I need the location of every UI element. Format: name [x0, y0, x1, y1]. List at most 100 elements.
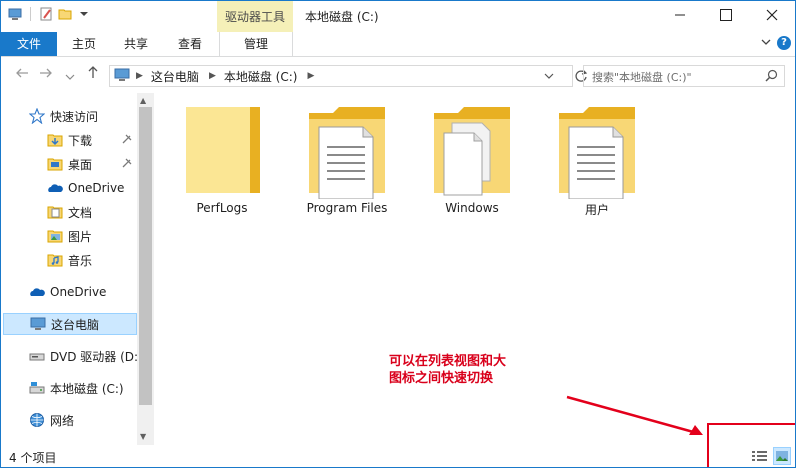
annotation-line: 图标之间快速切换 [389, 371, 494, 386]
minimize-icon [675, 14, 685, 16]
nav-item-desktop[interactable]: 桌面 [47, 153, 92, 175]
ribbon-controls: ? [761, 36, 791, 50]
nav-item-label: 桌面 [68, 157, 93, 172]
music-icon [47, 252, 63, 268]
nav-item-pictures[interactable]: 图片 [47, 225, 92, 247]
new-folder-icon[interactable] [57, 6, 73, 22]
drive-tools-tab: 驱动器工具 [217, 1, 293, 32]
search-box[interactable] [583, 65, 785, 87]
tab-view[interactable]: 查看 [165, 32, 215, 56]
nav-item-label: 音乐 [68, 253, 93, 268]
maximize-button[interactable] [703, 1, 749, 29]
address-bar[interactable]: ▶ 这台电脑 ▶ 本地磁盘 (C:) ▶ [109, 65, 588, 87]
help-icon[interactable]: ? [777, 36, 791, 50]
nav-item-label: 图片 [68, 229, 93, 244]
nav-item-label: OneDrive [68, 181, 125, 195]
window-title: 本地磁盘 (C:) [305, 10, 379, 24]
nav-item-dvd-drive[interactable]: DVD 驱动器 (D: [29, 345, 138, 367]
tab-share[interactable]: 共享 [111, 32, 161, 56]
tab-home[interactable]: 主页 [61, 32, 107, 56]
close-button[interactable] [749, 1, 795, 29]
download-folder-icon [47, 132, 63, 148]
onedrive-icon [29, 284, 45, 300]
customize-toolbar-icon[interactable] [76, 6, 92, 22]
nav-item-network[interactable]: 网络 [29, 409, 74, 431]
pictures-icon [47, 228, 63, 244]
nav-item-documents[interactable]: 文档 [47, 201, 92, 223]
breadcrumb-local-disk[interactable]: 本地磁盘 (C:) [224, 68, 298, 85]
folder-tile-program-files[interactable]: Program Files [293, 99, 401, 223]
nav-item-label: 快速访问 [50, 109, 99, 124]
nav-item-onedrive[interactable]: OneDrive [29, 281, 106, 303]
nav-item-music[interactable]: 音乐 [47, 249, 92, 271]
nav-scrollbar[interactable]: ▲ ▼ [137, 93, 154, 445]
recent-locations-icon[interactable] [65, 69, 75, 85]
annotation-line: 可以在列表视图和大 [389, 354, 507, 369]
nav-item-quick-access[interactable]: 快速访问 [28, 105, 99, 127]
expand-ribbon-icon[interactable] [761, 36, 771, 50]
properties-icon[interactable] [38, 6, 54, 22]
annotation-arrow-icon [566, 395, 703, 435]
back-arrow-icon[interactable] [15, 67, 29, 83]
search-icon[interactable] [765, 69, 778, 85]
title-bar: 驱动器工具 本地磁盘 (C:) [1, 1, 795, 32]
breadcrumb-separator-icon[interactable]: ▶ [209, 71, 216, 81]
folder-tile-windows[interactable]: Windows [418, 99, 526, 223]
nav-item-label: DVD 驱动器 (D: [50, 349, 139, 364]
tab-manage[interactable]: 管理 [219, 32, 293, 56]
folder-tile-users[interactable]: 用户 [543, 99, 651, 223]
ribbon-tabs: 文件 主页 共享 查看 管理 ? [1, 32, 795, 57]
local-disk-icon [29, 380, 45, 396]
quick-access-toolbar [7, 6, 92, 22]
windows-folder-icon [418, 107, 526, 202]
nav-item-label: 本地磁盘 (C:) [50, 381, 124, 396]
folder-tile-perflogs[interactable]: PerfLogs [168, 99, 276, 223]
address-row: ▶ 这台电脑 ▶ 本地磁盘 (C:) ▶ [1, 57, 795, 93]
computer-icon [30, 316, 46, 332]
document-folder-icon [293, 107, 401, 202]
navigation-pane: 快速访问 下载 桌面 OneDrive 文档 图片 音乐 OneDrive 这台… [1, 93, 154, 445]
explorer-window: 驱动器工具 本地磁盘 (C:) 文件 主页 共享 查看 管理 ? ▶ 这台电脑 … [0, 0, 796, 468]
item-count: 4 个项目 [9, 451, 57, 465]
dvd-drive-icon [29, 348, 45, 364]
scrollbar-thumb[interactable] [139, 107, 152, 405]
breadcrumb-separator-icon[interactable]: ▶ [136, 71, 143, 81]
document-folder-icon [543, 107, 651, 202]
folder-name: Program Files [306, 201, 388, 215]
scroll-up-icon[interactable]: ▲ [140, 96, 146, 105]
network-icon [29, 412, 45, 428]
computer-icon[interactable] [7, 6, 23, 22]
search-input[interactable] [590, 67, 764, 87]
nav-item-label: OneDrive [50, 285, 107, 299]
pin-icon[interactable] [121, 157, 133, 172]
empty-folder-icon [168, 107, 276, 202]
nav-item-local-disk[interactable]: 本地磁盘 (C:) [29, 377, 124, 399]
up-arrow-icon[interactable] [87, 65, 99, 83]
breadcrumb-this-pc[interactable]: 这台电脑 [151, 68, 199, 85]
folder-name: Windows [445, 201, 499, 215]
annotation-text: 可以在列表视图和大 图标之间快速切换 [389, 353, 506, 387]
nav-item-label: 这台电脑 [51, 317, 100, 332]
pin-icon[interactable] [121, 133, 133, 148]
minimize-button[interactable] [657, 1, 703, 29]
computer-icon [114, 68, 130, 85]
onedrive-icon [47, 180, 63, 196]
address-dropdown-icon[interactable] [544, 70, 554, 83]
forward-arrow-icon[interactable] [39, 67, 53, 83]
tab-file[interactable]: 文件 [1, 32, 57, 56]
nav-item-onedrive-quick[interactable]: OneDrive [47, 177, 124, 199]
folder-name: PerfLogs [196, 201, 248, 215]
toolbar-divider [30, 7, 31, 21]
scroll-down-icon[interactable]: ▼ [140, 432, 146, 441]
nav-item-label: 文档 [68, 205, 93, 220]
annotation-highlight-box [707, 423, 795, 467]
nav-item-label: 网络 [50, 413, 75, 428]
maximize-icon [720, 9, 732, 21]
documents-icon [47, 204, 63, 220]
star-icon [28, 107, 46, 125]
nav-item-label: 下载 [68, 133, 93, 148]
folder-name: 用户 [584, 203, 609, 217]
nav-item-downloads[interactable]: 下载 [47, 129, 92, 151]
nav-item-this-pc[interactable]: 这台电脑 [3, 313, 137, 335]
breadcrumb-separator-icon[interactable]: ▶ [307, 71, 314, 81]
